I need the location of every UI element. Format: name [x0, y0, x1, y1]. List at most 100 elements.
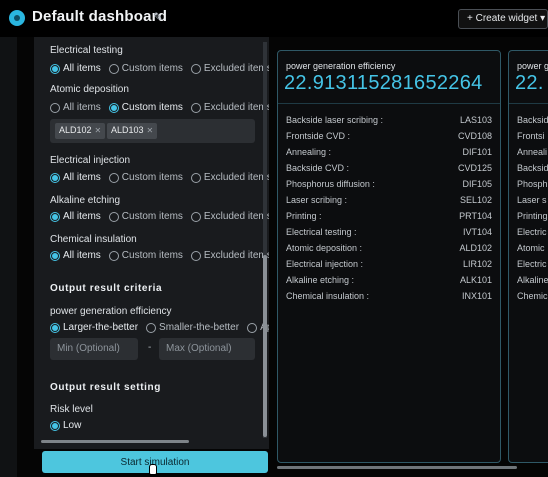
app-logo-icon: [9, 10, 25, 26]
process-row: Backsid: [517, 115, 548, 125]
electrical-injection-title: Electrical injection: [50, 155, 131, 166]
radio-custom-items[interactable]: Custom items: [108, 172, 183, 183]
radio-empty-icon: [108, 250, 119, 261]
max-input[interactable]: Max (Optional): [159, 338, 255, 360]
atomic-deposition-tag-input[interactable]: ALD102 ✕ ALD103 ✕: [50, 119, 255, 143]
card-metric-label: power g: [517, 61, 548, 71]
radio-selected-icon: [50, 172, 60, 183]
panel-horizontal-scrollbar[interactable]: [41, 440, 189, 443]
radio-excluded-items[interactable]: Excluded items: [190, 102, 269, 113]
radio-excluded-items[interactable]: Excluded items: [190, 172, 269, 183]
radio-risk-low[interactable]: Low: [50, 420, 81, 431]
alkaline-etching-radio-group: All items Custom items Excluded items: [50, 211, 269, 222]
radio-empty-icon: [190, 172, 201, 183]
results-horizontal-scrollbar[interactable]: [277, 466, 517, 469]
radio-custom-items[interactable]: Custom items: [108, 250, 183, 261]
tag-remove-icon[interactable]: ✕: [95, 126, 102, 135]
min-input[interactable]: Min (Optional): [50, 338, 138, 360]
card-metric-value: 22.913115281652264: [284, 72, 483, 94]
process-row: Alkaline: [517, 275, 548, 285]
radio-all-items[interactable]: All items: [50, 102, 101, 113]
card-metric-value: 22.: [515, 72, 544, 94]
radio-empty-icon: [190, 102, 201, 113]
card-divider: [509, 103, 548, 104]
radio-excluded-items[interactable]: Excluded items: [190, 211, 269, 222]
radio-custom-items[interactable]: Custom items: [108, 63, 183, 74]
radio-empty-icon: [190, 63, 201, 74]
radio-selected-icon: [108, 102, 119, 113]
radio-custom-items[interactable]: Custom items: [108, 102, 183, 113]
tag-chip: ALD103 ✕: [107, 123, 158, 139]
atomic-deposition-radio-group: All items Custom items Excluded items: [50, 102, 269, 113]
tag-chip: ALD102 ✕: [55, 123, 106, 139]
process-row: Frontsi: [517, 131, 545, 141]
electrical-testing-title: Electrical testing: [50, 45, 123, 56]
tag-remove-icon[interactable]: ✕: [147, 126, 154, 135]
panel-scrollbar-thumb[interactable]: [263, 255, 267, 437]
process-row: Printing : PRT104: [286, 211, 492, 221]
process-row: Printing: [517, 211, 548, 221]
left-rail: [0, 37, 17, 477]
process-row: Chemical insulation : INX101: [286, 291, 492, 301]
radio-selected-icon: [50, 211, 60, 222]
result-card: power generation efficiency 22.913115281…: [277, 50, 501, 463]
process-row: Atomic: [517, 243, 545, 253]
hand-cursor-icon: [149, 464, 157, 475]
process-row: Annealing : DIF101: [286, 147, 492, 157]
chemical-insulation-title: Chemical insulation: [50, 234, 137, 245]
radio-all-items[interactable]: All items: [50, 63, 101, 74]
process-row: Laser scribing : SEL102: [286, 195, 492, 205]
risk-level-radio-group: Low: [50, 420, 89, 431]
radio-selected-icon: [50, 420, 60, 431]
radio-empty-icon: [108, 211, 119, 222]
radio-empty-icon: [247, 322, 258, 333]
radio-empty-icon: [146, 322, 157, 333]
process-row: Phosphorus diffusion : DIF105: [286, 179, 492, 189]
process-row: Backside laser scribing : LAS103: [286, 115, 492, 125]
process-row: Backside CVD : CVD125: [286, 163, 492, 173]
radio-all-items[interactable]: All items: [50, 172, 101, 183]
process-row: Electric: [517, 259, 547, 269]
output-criteria-title: Output result criteria: [50, 283, 163, 294]
output-setting-title: Output result setting: [50, 382, 161, 393]
card-metric-label: power generation efficiency: [286, 61, 396, 71]
radio-selected-icon: [50, 250, 60, 261]
risk-level-label: Risk level: [50, 404, 93, 415]
radio-larger-the-better[interactable]: Larger-the-better: [50, 322, 138, 333]
radio-excluded-items[interactable]: Excluded items: [190, 63, 269, 74]
dashboard-title: Default dashboard: [32, 8, 168, 25]
create-widget-button[interactable]: + Create widget ▾: [458, 9, 548, 29]
radio-custom-items[interactable]: Custom items: [108, 211, 183, 222]
process-row: Atomic deposition : ALD102: [286, 243, 492, 253]
radio-empty-icon: [108, 172, 119, 183]
process-row: Electrical injection : LIR102: [286, 259, 492, 269]
result-card-partial: power g 22. Backsid Frontsi Anneali Back…: [508, 50, 548, 463]
radio-selected-icon: [50, 322, 60, 333]
radio-empty-icon: [190, 211, 201, 222]
edit-pencil-icon[interactable]: ✎: [153, 10, 163, 24]
electrical-injection-radio-group: All items Custom items Excluded items: [50, 172, 269, 183]
process-row: Anneali: [517, 147, 548, 157]
radio-empty-icon: [190, 250, 201, 261]
radio-excluded-items[interactable]: Excluded items: [190, 250, 269, 261]
output-metric-label: power generation efficiency: [50, 306, 172, 317]
radio-all-items[interactable]: All items: [50, 250, 101, 261]
atomic-deposition-title: Atomic deposition: [50, 84, 129, 95]
process-row: Electrical testing : IVT104: [286, 227, 492, 237]
radio-all-items[interactable]: All items: [50, 211, 101, 222]
top-bar: Default dashboard ✎ + Create widget ▾: [0, 0, 548, 37]
process-row: Alkaline etching : ALK101: [286, 275, 492, 285]
process-row: Electric: [517, 227, 547, 237]
radio-smaller-the-better[interactable]: Smaller-the-better: [146, 322, 239, 333]
chemical-insulation-radio-group: All items Custom items Excluded items: [50, 250, 269, 261]
output-criteria-radio-group: Larger-the-better Smaller-the-better Ap: [50, 322, 269, 333]
radio-empty-icon: [108, 63, 119, 74]
range-separator: -: [148, 342, 152, 353]
process-row: Phosph: [517, 179, 548, 189]
alkaline-etching-title: Alkaline etching: [50, 195, 121, 206]
process-row: Chemic: [517, 291, 548, 301]
card-divider: [278, 103, 500, 104]
radio-empty-icon: [50, 102, 60, 113]
process-row: Backsid: [517, 163, 548, 173]
process-row: Frontside CVD : CVD108: [286, 131, 492, 141]
